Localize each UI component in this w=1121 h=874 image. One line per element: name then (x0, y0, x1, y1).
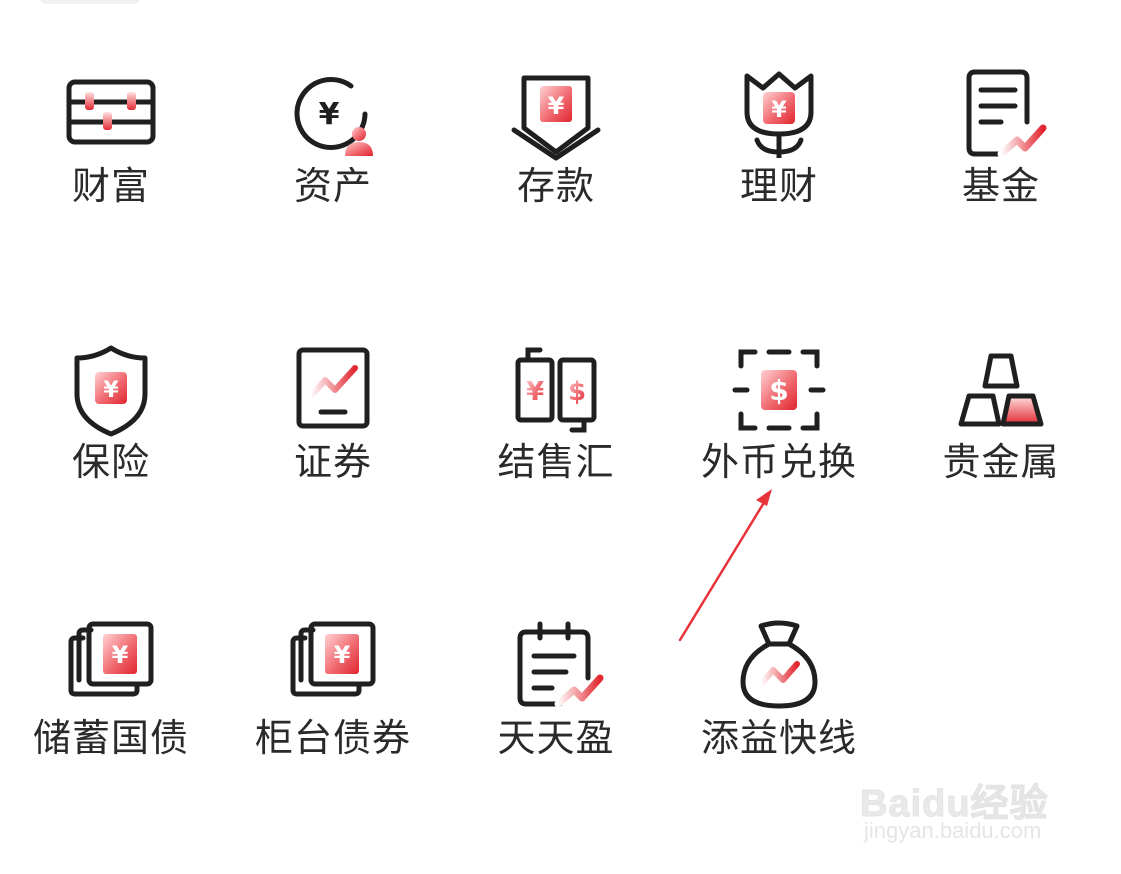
service-label: 添益快线 (700, 716, 857, 760)
service-tile-finance[interactable]: ¥ 理财 (674, 66, 884, 266)
svg-text:$: $ (568, 377, 586, 407)
service-tile-wealth[interactable]: 财富 (6, 66, 216, 266)
service-tile-insurance[interactable]: ¥ 保险 (6, 342, 216, 542)
service-tile-fx-settlement[interactable]: ¥ $ 结售汇 (451, 342, 661, 542)
watermark-url: jingyan.baidu.com (864, 818, 1042, 843)
yuan-deposit-arrow-icon: ¥ (508, 66, 604, 162)
service-tile-tianyi-express[interactable]: 添益快线 (674, 618, 884, 818)
service-label: 保险 (71, 440, 150, 484)
service-label: 基金 (961, 164, 1040, 208)
document-trend-icon (953, 66, 1049, 162)
service-label: 贵金属 (942, 440, 1060, 484)
svg-text:¥: ¥ (103, 378, 119, 403)
yuan-notes-stack-icon: ¥ (63, 618, 159, 714)
service-label: 柜台债券 (254, 716, 411, 760)
money-bag-trend-icon (731, 618, 827, 714)
dollar-scan-icon: $ (731, 342, 827, 438)
service-label: 外币兑换 (700, 440, 857, 484)
service-tile-precious-metals[interactable]: 贵金属 (896, 342, 1106, 542)
yuan-dollar-exchange-icon: ¥ $ (508, 342, 604, 438)
service-tile-securities[interactable]: 证券 (228, 342, 438, 542)
service-tile-savings-bonds[interactable]: ¥ 储蓄国债 (6, 618, 216, 818)
service-label: 储蓄国债 (32, 716, 189, 760)
svg-text:¥: ¥ (771, 98, 787, 123)
gold-bars-icon (953, 342, 1049, 438)
service-tile-deposit[interactable]: ¥ 存款 (451, 66, 661, 266)
service-label: 财富 (71, 164, 150, 208)
service-label: 资产 (293, 164, 372, 208)
svg-text:¥: ¥ (112, 641, 129, 669)
service-tile-tiantianying[interactable]: 天天盈 (451, 618, 661, 818)
yuan-shield-icon: ¥ (63, 342, 159, 438)
service-tile-fx-exchange[interactable]: $ 外币兑换 (674, 342, 884, 542)
yuan-flower-icon: ¥ (731, 66, 827, 162)
service-tile-fund[interactable]: 基金 (896, 66, 1106, 266)
service-label: 理财 (739, 164, 818, 208)
service-label: 存款 (516, 164, 595, 208)
svg-text:¥: ¥ (526, 377, 544, 407)
abacus-icon (63, 66, 159, 162)
svg-text:¥: ¥ (334, 641, 351, 669)
svg-text:¥: ¥ (548, 92, 565, 120)
service-label: 证券 (293, 440, 372, 484)
svg-text:¥: ¥ (319, 97, 340, 132)
service-grid: 财富 ¥ 资产 ¥ 存款 ¥ 理财 基金 ¥ 保险 证券 ¥ $ 结售汇 $ 外… (0, 0, 1121, 874)
calendar-trend-icon (508, 618, 604, 714)
trend-board-icon (285, 342, 381, 438)
svg-text:$: $ (769, 374, 788, 407)
service-label: 结售汇 (497, 440, 615, 484)
yuan-notes-stack-icon: ¥ (285, 618, 381, 714)
service-tile-assets[interactable]: ¥ 资产 (228, 66, 438, 266)
service-tile-counter-bonds[interactable]: ¥ 柜台债券 (228, 618, 438, 818)
service-label: 天天盈 (497, 716, 615, 760)
baidu-jingyan-watermark: Baidu经验 jingyan.baidu.com (860, 760, 1090, 850)
yuan-person-icon: ¥ (285, 66, 381, 162)
